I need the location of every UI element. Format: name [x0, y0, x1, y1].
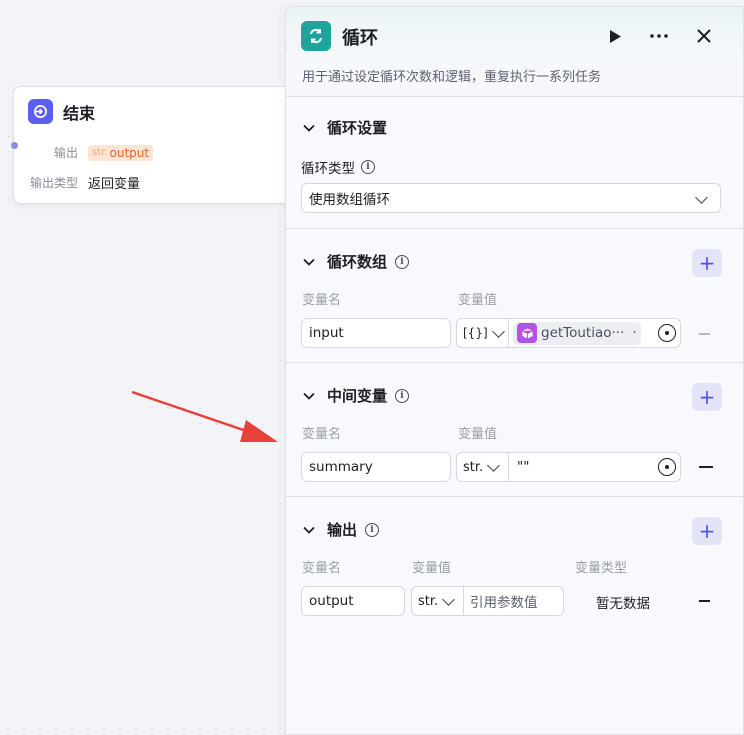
variable-type-value: 暂无数据: [596, 596, 650, 612]
col-value-label: 变量值: [412, 561, 452, 576]
loop-array-header[interactable]: 循环数组 i: [303, 251, 410, 272]
loop-config-panel: 循环 用于通过设定循环次数和逻辑，重复执行一系列任务 循环设置 循环类型 i 使…: [285, 6, 744, 735]
end-output-type-row: 输出类型 返回变量: [28, 173, 140, 192]
col-type-label: 变量类型: [575, 561, 628, 576]
type-tag: str.: [92, 147, 108, 158]
loop-array-section: 循环数组 i + 变量名 变量值 input [{}] getToutiao··…: [286, 229, 743, 363]
value-placeholder[interactable]: 引用参数值: [470, 591, 538, 611]
chevron-down-icon: [491, 324, 505, 338]
close-icon: [697, 29, 711, 43]
input-value: input: [309, 325, 344, 341]
info-icon[interactable]: i: [365, 522, 380, 537]
output-label: 输出: [53, 146, 78, 160]
remove-row-button[interactable]: [699, 466, 713, 468]
intermediate-name-input[interactable]: summary: [301, 452, 451, 482]
variable-picker-icon[interactable]: [658, 458, 676, 476]
cube-icon: [517, 323, 537, 343]
play-icon: [610, 29, 621, 43]
more-button[interactable]: [648, 25, 670, 47]
type-label: str.: [463, 459, 484, 475]
panel-title: 循环: [342, 28, 378, 49]
loop-array-value-combo[interactable]: [{}] getToutiao··· ·: [456, 318, 681, 348]
output-name-input[interactable]: output: [301, 586, 405, 616]
chevron-down-icon: [695, 191, 708, 204]
section-title: 循环数组: [327, 253, 388, 271]
value-text[interactable]: "": [517, 459, 529, 475]
panel-description: 用于通过设定循环次数和逻辑，重复执行一系列任务: [302, 70, 602, 85]
reference-label: getToutiao···: [541, 325, 625, 341]
loop-settings-section: 循环设置 循环类型 i 使用数组循环: [286, 97, 743, 229]
annotation-arrow: [131, 390, 278, 442]
panel-header: 循环 用于通过设定循环次数和逻辑，重复执行一系列任务: [286, 7, 743, 97]
add-loop-array-button[interactable]: +: [692, 249, 722, 277]
section-title: 输出: [327, 521, 358, 539]
remove-row-button[interactable]: [699, 600, 710, 602]
output-value-combo[interactable]: str. 引用参数值: [411, 586, 564, 616]
output-tag: str. output: [88, 144, 154, 161]
input-value: output: [309, 593, 354, 609]
section-title: 中间变量: [327, 387, 388, 405]
type-label: [{}]: [463, 326, 488, 340]
output-header[interactable]: 输出 i: [303, 519, 380, 540]
type-selector[interactable]: str.: [412, 587, 464, 615]
type-label: str.: [418, 593, 439, 609]
add-intermediate-button[interactable]: +: [692, 383, 722, 411]
output-section: 输出 i + 变量名 变量值 变量类型 output str. 引用参数值 暂无…: [286, 497, 743, 637]
output-type-label: 输出类型: [29, 176, 78, 190]
variable-picker-icon[interactable]: [658, 324, 676, 342]
intermediate-header[interactable]: 中间变量 i: [303, 385, 410, 406]
end-node-icon: [28, 99, 53, 124]
collapse-chevron-icon: [303, 258, 315, 266]
input-value: summary: [309, 459, 373, 475]
loop-icon: [301, 21, 331, 51]
section-title: 循环设置: [327, 119, 388, 137]
output-value: output: [109, 145, 150, 160]
remove-row-button[interactable]: [699, 333, 710, 335]
close-button[interactable]: [693, 25, 715, 47]
type-selector[interactable]: str.: [457, 453, 509, 481]
end-node-card[interactable]: 结束 输出 str. output 输出类型 返回变量: [11, 86, 303, 204]
intermediate-value-combo[interactable]: str. "": [456, 452, 681, 482]
chevron-down-icon: [442, 592, 456, 606]
info-icon[interactable]: i: [395, 388, 410, 403]
add-output-button[interactable]: +: [692, 517, 722, 545]
reference-chip[interactable]: getToutiao··· ·: [513, 321, 641, 345]
input-port[interactable]: [11, 142, 18, 149]
col-value-label: 变量值: [458, 293, 498, 308]
loop-type-label-row: 循环类型 i: [301, 157, 375, 177]
run-button[interactable]: [604, 25, 626, 47]
info-icon[interactable]: i: [395, 254, 410, 269]
info-icon[interactable]: i: [361, 160, 375, 174]
col-name-label: 变量名: [302, 293, 342, 308]
end-node-title: 结束: [63, 103, 96, 123]
collapse-chevron-icon: [303, 392, 315, 400]
col-name-label: 变量名: [302, 427, 342, 442]
intermediate-section: 中间变量 i + 变量名 变量值 summary str. "": [286, 363, 743, 497]
collapse-chevron-icon: [303, 526, 315, 534]
end-node-header: 结束: [28, 99, 95, 124]
loop-settings-header[interactable]: 循环设置: [303, 117, 387, 138]
loop-type-label: 循环类型: [301, 161, 355, 177]
output-type-value: 返回变量: [88, 177, 141, 192]
collapse-chevron-icon: [303, 124, 315, 132]
end-output-row: 输出 str. output: [28, 144, 154, 161]
chevron-down-icon: [487, 458, 501, 472]
loop-array-name-input[interactable]: input: [301, 318, 451, 348]
type-selector[interactable]: [{}]: [457, 319, 509, 347]
more-icon: [650, 34, 668, 38]
col-name-label: 变量名: [302, 561, 342, 576]
loop-type-value: 使用数组循环: [309, 192, 390, 208]
col-value-label: 变量值: [458, 427, 498, 442]
loop-type-select[interactable]: 使用数组循环: [301, 183, 721, 213]
